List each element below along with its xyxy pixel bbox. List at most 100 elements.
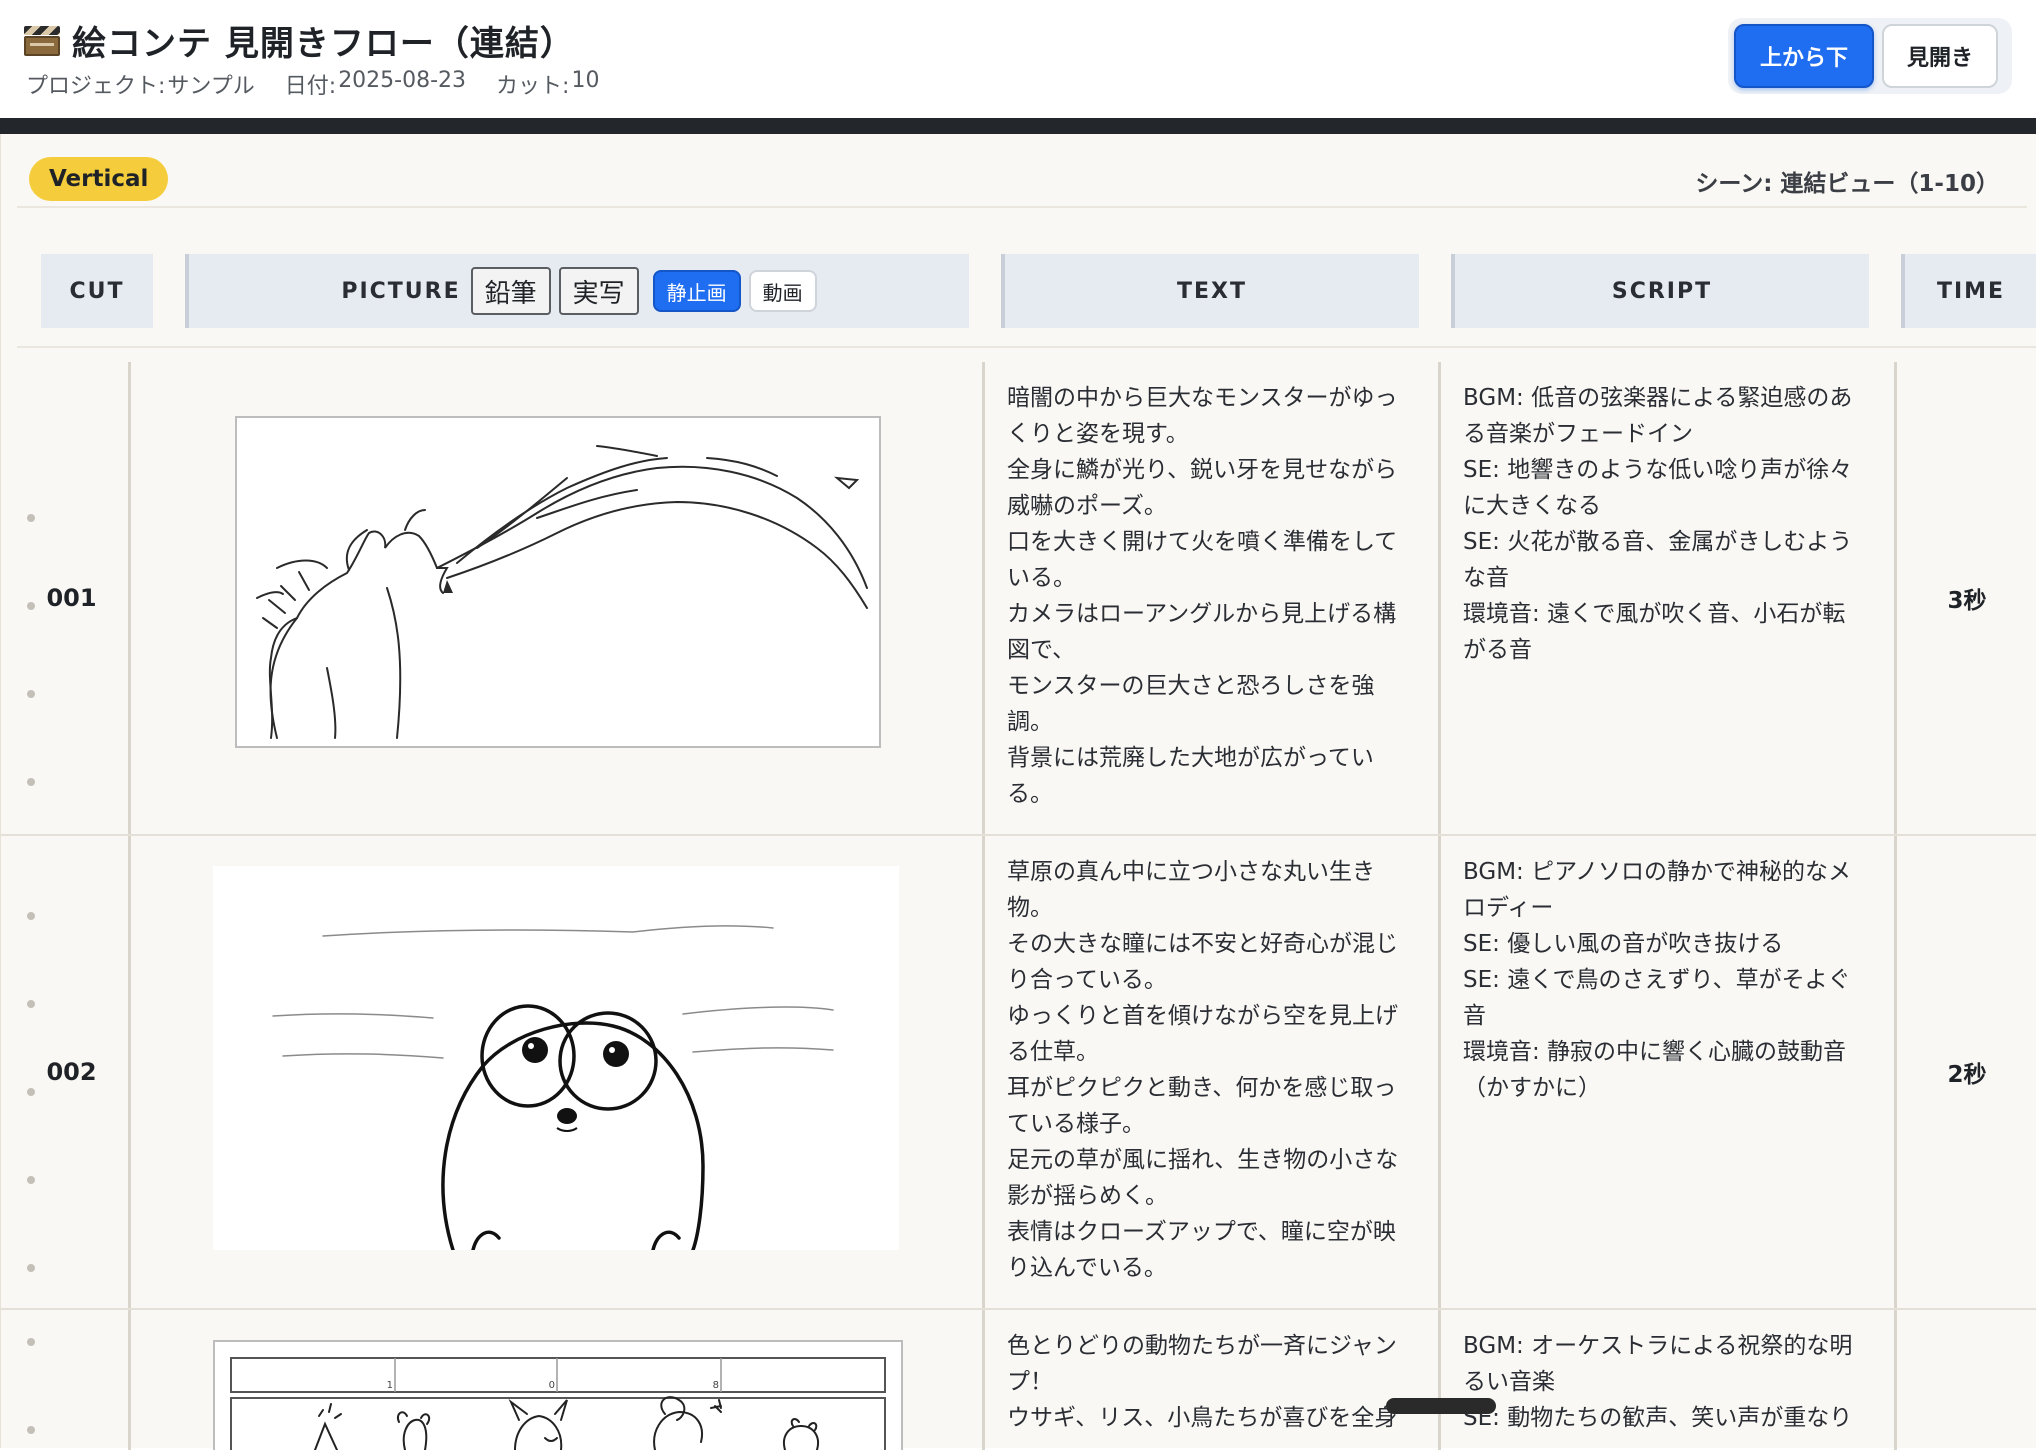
picture-cell[interactable]	[131, 362, 985, 834]
page-title: 絵コンテ 見開きフロー（連結）	[72, 23, 575, 64]
cut-duration[interactable]: 2秒	[1897, 836, 2036, 1308]
text-line: 図で、	[1007, 637, 1076, 663]
text-line: ウサギ、リス、小鳥たちが喜びを全身	[1007, 1405, 1398, 1431]
project-meta: プロジェクト: サンプル 日付: 2025-08-23 カット: 10	[26, 68, 599, 100]
binder-hole	[27, 1000, 35, 1008]
meta-project-label: プロジェクト:	[26, 74, 166, 99]
text-cell[interactable]: 草原の真ん中に立つ小さな丸い生き 物。 その大きな瞳には不安と好奇心が混じ り合…	[985, 836, 1441, 1308]
column-header-time: TIME	[1901, 254, 2036, 328]
pencil-mode-button[interactable]: 鉛筆	[470, 267, 551, 315]
script-line: SE: 優しい風の音が吹き抜ける	[1463, 931, 1784, 957]
binder-hole	[27, 1338, 35, 1346]
text-line: 口を大きく開けて火を噴く準備をして	[1007, 529, 1398, 555]
view-mode-toggle: 上から下 見開き	[1728, 18, 2012, 94]
column-headers: CUT PICTURE 鉛筆 実写 静止画 動画 TEXT SCRIPT TIM…	[1, 254, 2036, 334]
binder-hole	[27, 912, 35, 920]
text-line: 威嚇のポーズ。	[1007, 493, 1167, 519]
text-line: モンスターの巨大さと恐ろしさを強	[1007, 673, 1375, 699]
picture-cell[interactable]	[131, 836, 985, 1308]
title-row: 絵コンテ 見開きフロー（連結）	[24, 18, 575, 64]
text-line: 草原の真ん中に立つ小さな丸い生き	[1007, 859, 1375, 885]
script-cell[interactable]: BGM: オーケストラによる祝祭的な明 るい音楽 SE: 動物たちの歓声、笑い声…	[1441, 1310, 1897, 1450]
text-line: 表情はクローズアップで、瞳に空が映	[1007, 1219, 1396, 1245]
text-line: プ！	[1007, 1369, 1053, 1395]
script-line: BGM: 低音の弦楽器による緊迫感のあ	[1463, 385, 1853, 411]
monster-sketch-drawing	[256, 445, 868, 739]
meta-project: プロジェクト: サンプル	[26, 68, 255, 100]
script-line: SE: 火花が散る音、金属がきしむよう	[1463, 529, 1853, 555]
meta-date-label: 日付:	[284, 74, 337, 99]
animals-sketch-drawing: 1 0 8	[230, 1357, 886, 1454]
script-line: SE: 動物たちの歓声、笑い声が重なり	[1463, 1405, 1853, 1431]
top-to-bottom-view-button[interactable]: 上から下	[1734, 24, 1874, 88]
column-header-cut: CUT	[41, 254, 153, 328]
script-cell[interactable]: BGM: ピアノソロの静かで神秘的なメ ロディー SE: 優しい風の音が吹き抜け…	[1441, 836, 1897, 1308]
scene-bar: Vertical シーン: 連結ビュー（1-10）	[17, 152, 2027, 208]
script-line: 環境音: 遠くで風が吹く音、小石が転	[1463, 601, 1846, 627]
text-line: 色とりどりの動物たちが一斉にジャン	[1007, 1333, 1397, 1359]
text-line: り合っている。	[1007, 967, 1167, 993]
script-cell[interactable]: BGM: 低音の弦楽器による緊迫感のあ る音楽がフェードイン SE: 地響きのよ…	[1441, 362, 1897, 834]
cut-row: 001 暗闇の中から巨大なモンスターがゆっ くりと姿を現す。 全身に鱗が光り、鋭…	[1, 362, 2036, 836]
text-cell[interactable]: 暗闇の中から巨大なモンスターがゆっ くりと姿を現す。 全身に鱗が光り、鋭い牙を見…	[985, 362, 1441, 834]
script-line: （かすかに）	[1463, 1075, 1601, 1101]
script-line: るい音楽	[1463, 1369, 1555, 1395]
meta-date: 日付: 2025-08-23	[285, 68, 466, 100]
script-line: BGM: ピアノソロの静かで神秘的なメ	[1463, 859, 1852, 885]
cut-row: 002 草原の真ん中に立つ小さな丸い生き 物。 その大きな瞳には不安と好奇心が混…	[1, 836, 2036, 1310]
script-line: る音楽がフェードイン	[1463, 421, 1693, 447]
text-line: その大きな瞳には不安と好奇心が混じ	[1007, 931, 1398, 957]
text-line: 足元の草が風に揺れ、生き物の小さな	[1007, 1147, 1399, 1173]
text-line: 影が揺らめく。	[1007, 1183, 1168, 1209]
text-line: いる。	[1007, 565, 1076, 591]
clapperboard-icon	[24, 24, 60, 56]
cut-number: 002	[15, 836, 131, 1308]
binder-hole	[27, 778, 35, 786]
animals-sketch-image: 1 0 8	[213, 1340, 903, 1454]
script-line: ロディー	[1463, 895, 1554, 921]
video-button[interactable]: 動画	[748, 270, 817, 312]
script-line: 音	[1463, 1003, 1486, 1029]
text-line: ゆっくりと首を傾けながら空を見上げ	[1007, 1003, 1398, 1029]
text-cell[interactable]: 色とりどりの動物たちが一斉にジャン プ！ ウサギ、リス、小鳥たちが喜びを全身	[985, 1310, 1441, 1450]
sketch-ruler-tick: 0	[549, 1380, 555, 1391]
meta-project-value: サンプル	[167, 74, 255, 99]
cut-row: 1 0 8 色とりどりの動物たちが一斉にジャン プ！ ウサギ、リス、小鳥たちが喜…	[1, 1310, 2036, 1454]
script-line: SE: 地響きのような低い唸り声が徐々	[1463, 457, 1853, 483]
cut-duration[interactable]	[1897, 1310, 2036, 1450]
binder-hole	[27, 1088, 35, 1096]
binder-hole	[27, 1176, 35, 1184]
photo-mode-button[interactable]: 実写	[558, 267, 639, 315]
cut-duration[interactable]: 3秒	[1897, 362, 2036, 834]
text-line: る。	[1007, 781, 1053, 807]
binder-hole	[27, 1426, 35, 1434]
meta-date-value: 2025-08-23	[338, 68, 467, 93]
text-line: 耳がピクピクと動き、何かを感じ取っ	[1007, 1075, 1397, 1101]
text-line: 全身に鱗が光り、鋭い牙を見せながら	[1007, 457, 1398, 483]
script-line: SE: 遠くで鳥のさえずり、草がそよぐ	[1463, 967, 1851, 993]
sketch-ruler-tick: 1	[387, 1380, 393, 1391]
monster-sketch-image	[235, 416, 881, 748]
text-line: ている様子。	[1007, 1111, 1145, 1137]
text-line: カメラはローアングルから見上げる構	[1007, 601, 1397, 627]
creature-sketch-image	[213, 866, 899, 1252]
storyboard-board: Vertical シーン: 連結ビュー（1-10） CUT PICTURE 鉛筆…	[0, 134, 2036, 1454]
picture-cell[interactable]: 1 0 8	[131, 1310, 985, 1454]
text-line: り込んでいる。	[1007, 1255, 1167, 1281]
binder-hole	[27, 1264, 35, 1272]
scene-label: シーン: 連結ビュー（1-10）	[1695, 171, 1999, 197]
meta-cuts: カット: 10	[496, 68, 599, 100]
spread-view-button[interactable]: 見開き	[1882, 24, 1998, 88]
header-divider	[0, 118, 2036, 134]
binder-hole	[27, 690, 35, 698]
script-line: がる音	[1463, 637, 1532, 663]
text-line: 暗闇の中から巨大なモンスターがゆっ	[1007, 385, 1398, 411]
meta-cuts-label: カット:	[496, 74, 570, 99]
text-line: る仕草。	[1007, 1039, 1099, 1065]
text-line: 物。	[1007, 895, 1053, 921]
app-header: 絵コンテ 見開きフロー（連結） プロジェクト: サンプル 日付: 2025-08…	[0, 0, 2036, 118]
text-line: 背景には荒廃した大地が広がってい	[1007, 745, 1374, 771]
script-line: BGM: オーケストラによる祝祭的な明	[1463, 1333, 1853, 1359]
still-image-button[interactable]: 静止画	[652, 270, 741, 312]
horizontal-scrollbar-thumb[interactable]	[1386, 1398, 1496, 1414]
